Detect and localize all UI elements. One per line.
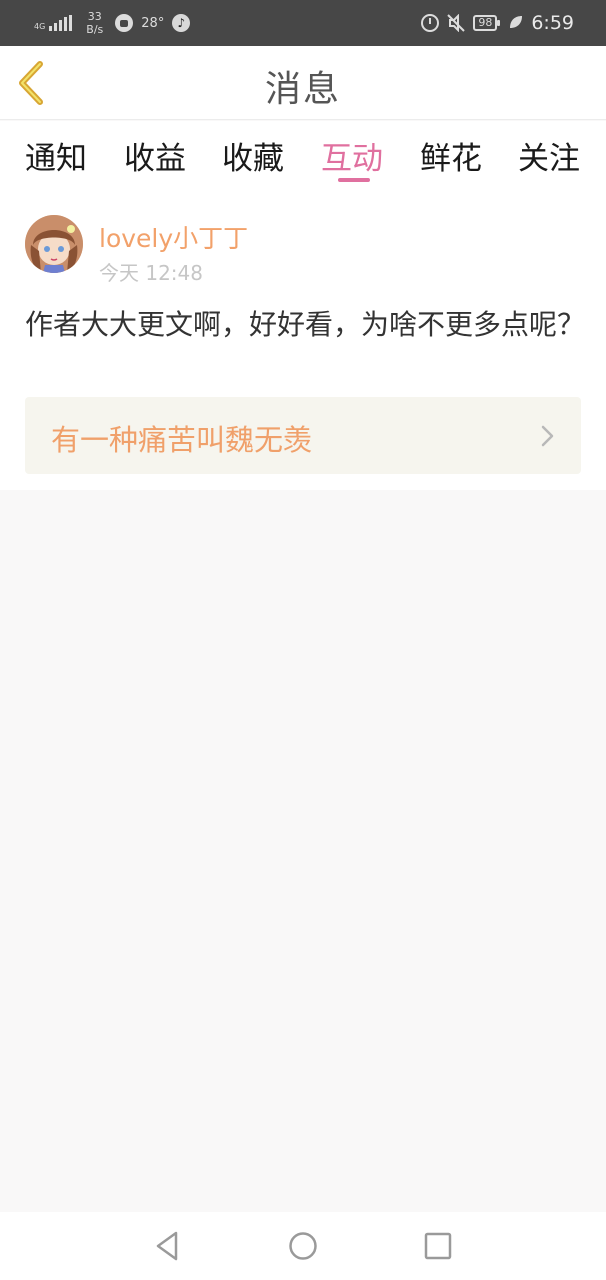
network-indicator: 4G xyxy=(34,15,73,31)
tab-bar: 通知 收益 收藏 互动 鲜花 关注 xyxy=(0,121,606,193)
weather-app-icon xyxy=(115,14,134,32)
network-type: 4G xyxy=(34,22,46,31)
network-speed-unit: B/s xyxy=(86,23,104,36)
avatar[interactable] xyxy=(25,215,83,273)
status-bar: 4G 33 B/s 28° ♪ 98 6:59 xyxy=(0,0,606,46)
active-tab-indicator xyxy=(338,178,370,182)
tab-following[interactable]: 关注 xyxy=(518,133,580,178)
alarm-icon xyxy=(421,14,440,32)
battery-icon: 98 xyxy=(473,15,501,31)
back-triangle-icon[interactable] xyxy=(152,1230,184,1262)
network-speed-value: 33 xyxy=(87,10,102,23)
clock: 6:59 xyxy=(531,12,574,34)
referenced-work-title: 有一种痛苦叫魏无羡 xyxy=(51,423,313,457)
status-right: 98 6:59 xyxy=(421,0,574,46)
message-card[interactable]: lovely小丁丁 今天 12:48 作者大大更文啊，好好看，为啥不更多点呢？ … xyxy=(0,193,606,490)
recents-square-icon[interactable] xyxy=(422,1230,454,1262)
mute-icon xyxy=(447,14,466,32)
message-text: 作者大大更文啊，好好看，为啥不更多点呢？ xyxy=(25,308,586,341)
network-speed: 33 B/s xyxy=(86,10,103,36)
tab-favorites[interactable]: 收藏 xyxy=(222,133,284,178)
user-name[interactable]: lovely小丁丁 xyxy=(99,219,248,255)
signal-icon xyxy=(49,15,73,31)
referenced-work-link[interactable]: 有一种痛苦叫魏无羡 xyxy=(25,397,581,474)
battery-level: 98 xyxy=(478,16,493,29)
chevron-right-icon xyxy=(541,425,554,447)
tab-interactions[interactable]: 互动 xyxy=(321,133,383,178)
tiktok-icon: ♪ xyxy=(172,14,191,32)
page-title: 消息 xyxy=(264,69,341,110)
message-time: 今天 12:48 xyxy=(99,261,203,285)
tab-flowers[interactable]: 鲜花 xyxy=(420,133,482,178)
app-header: 消息 xyxy=(0,46,606,120)
system-nav-bar xyxy=(0,1212,606,1280)
status-left: 4G 33 B/s 28° ♪ xyxy=(34,0,191,46)
leaf-icon xyxy=(509,14,523,33)
tab-earnings[interactable]: 收益 xyxy=(124,133,186,178)
tab-notifications[interactable]: 通知 xyxy=(25,133,87,178)
temperature: 28° xyxy=(141,15,165,31)
home-circle-icon[interactable] xyxy=(287,1230,319,1262)
